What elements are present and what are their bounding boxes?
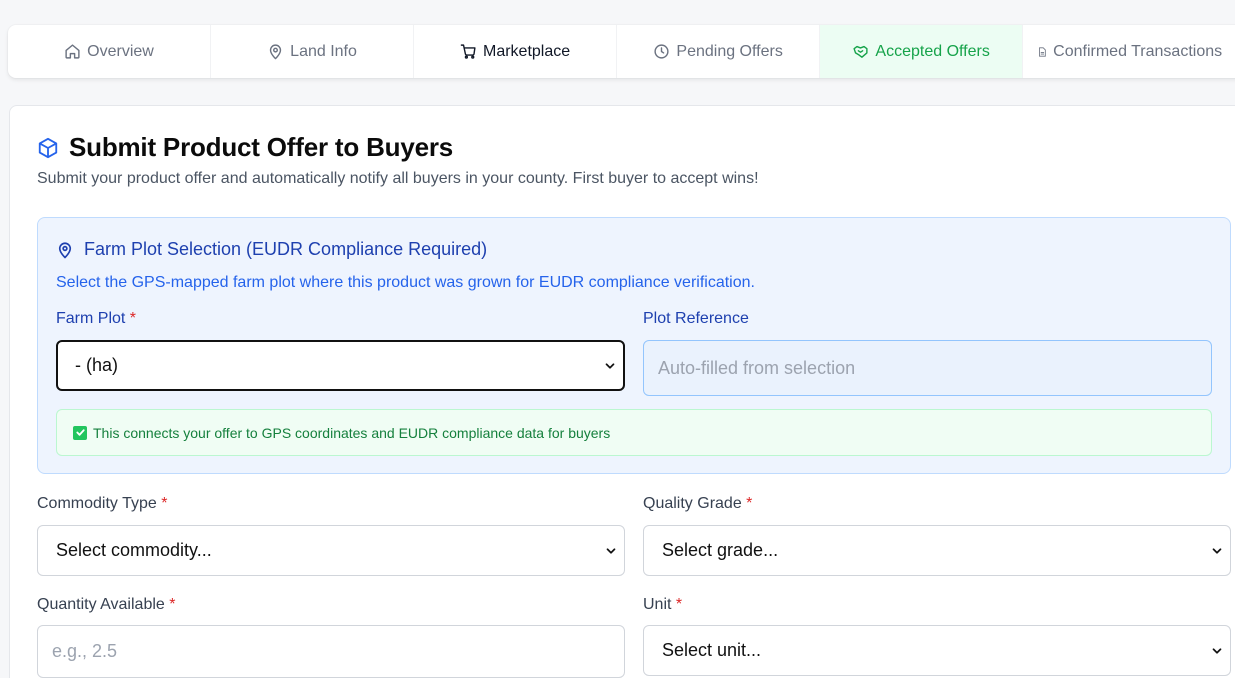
required-mark: * bbox=[169, 596, 176, 613]
required-mark: * bbox=[746, 495, 753, 512]
farm-plot-description: Select the GPS-mapped farm plot where th… bbox=[56, 274, 755, 291]
chevron-down-icon bbox=[606, 547, 616, 554]
eudr-notice: This connects your offer to GPS coordina… bbox=[56, 409, 1212, 456]
handshake-icon bbox=[853, 45, 869, 58]
quality-grade-select[interactable]: Select grade... bbox=[643, 525, 1231, 576]
unit-select[interactable]: Select unit... bbox=[643, 625, 1231, 676]
plot-reference-input[interactable]: Auto-filled from selection bbox=[643, 340, 1212, 396]
eudr-notice-text: This connects your offer to GPS coordina… bbox=[93, 424, 611, 441]
quality-grade-value: Select grade... bbox=[662, 540, 779, 560]
offer-form-card: Submit Product Offer to Buyers Submit yo… bbox=[9, 105, 1235, 678]
label-text: Unit bbox=[643, 596, 672, 613]
home-icon bbox=[65, 44, 80, 59]
tab-bar: Overview Land Info Marketplace Pending O… bbox=[8, 25, 1235, 78]
label-text: Farm Plot bbox=[56, 310, 126, 327]
commodity-type-value: Select commodity... bbox=[56, 540, 212, 560]
commodity-type-label: Commodity Type * bbox=[37, 495, 167, 513]
cart-icon bbox=[460, 44, 476, 59]
document-icon bbox=[1039, 46, 1046, 57]
chevron-down-icon bbox=[605, 362, 615, 369]
farm-plot-title: Farm Plot Selection (EUDR Compliance Req… bbox=[84, 239, 488, 259]
farm-plot-select[interactable]: - (ha) bbox=[56, 340, 625, 391]
tab-marketplace[interactable]: Marketplace bbox=[414, 25, 618, 78]
unit-value: Select unit... bbox=[662, 640, 762, 660]
tab-label: Accepted Offers bbox=[875, 42, 990, 60]
quality-grade-label: Quality Grade * bbox=[643, 495, 752, 513]
quantity-available-label: Quantity Available * bbox=[37, 596, 175, 614]
chevron-down-icon bbox=[1212, 547, 1222, 554]
farm-plot-section: Farm Plot Selection (EUDR Compliance Req… bbox=[37, 217, 1231, 474]
farm-plot-label: Farm Plot * bbox=[56, 310, 136, 328]
required-mark: * bbox=[161, 495, 168, 512]
page-subtitle: Submit your product offer and automatica… bbox=[37, 170, 759, 187]
label-text: Commodity Type bbox=[37, 495, 157, 512]
package-icon bbox=[38, 137, 58, 158]
label-text: Quality Grade bbox=[643, 495, 742, 512]
label-text: Plot Reference bbox=[643, 310, 749, 327]
plot-reference-placeholder: Auto-filled from selection bbox=[658, 357, 856, 378]
tab-label: Overview bbox=[87, 42, 154, 60]
farm-plot-value: - (ha) bbox=[75, 355, 119, 375]
checkbox-checked-icon bbox=[73, 425, 87, 440]
unit-label: Unit * bbox=[643, 596, 682, 614]
tab-overview[interactable]: Overview bbox=[8, 25, 212, 78]
map-pin-icon bbox=[270, 44, 282, 60]
map-pin-icon bbox=[58, 242, 72, 258]
commodity-type-select[interactable]: Select commodity... bbox=[37, 525, 625, 576]
tab-confirmed-transactions[interactable]: Confirmed Transactions bbox=[1023, 25, 1235, 78]
quantity-available-input[interactable]: e.g., 2.5 bbox=[37, 625, 625, 678]
tab-accepted-offers[interactable]: Accepted Offers bbox=[820, 25, 1024, 78]
farm-plot-header: Farm Plot Selection (EUDR Compliance Req… bbox=[56, 239, 487, 260]
tab-label: Confirmed Transactions bbox=[1053, 42, 1223, 60]
tab-label: Pending Offers bbox=[676, 42, 783, 60]
quantity-placeholder: e.g., 2.5 bbox=[52, 641, 118, 661]
tab-label: Marketplace bbox=[483, 42, 571, 60]
tab-land-info[interactable]: Land Info bbox=[211, 25, 415, 78]
tab-label: Land Info bbox=[290, 42, 357, 60]
page-title: Submit Product Offer to Buyers bbox=[69, 132, 454, 162]
required-mark: * bbox=[129, 310, 137, 327]
plot-reference-label: Plot Reference bbox=[643, 310, 749, 328]
tab-pending-offers[interactable]: Pending Offers bbox=[617, 25, 821, 78]
clock-icon bbox=[654, 44, 669, 59]
page-header: Submit Product Offer to Buyers bbox=[37, 132, 453, 163]
required-mark: * bbox=[675, 596, 683, 613]
label-text: Quantity Available bbox=[37, 596, 165, 613]
chevron-down-icon bbox=[1212, 647, 1222, 654]
